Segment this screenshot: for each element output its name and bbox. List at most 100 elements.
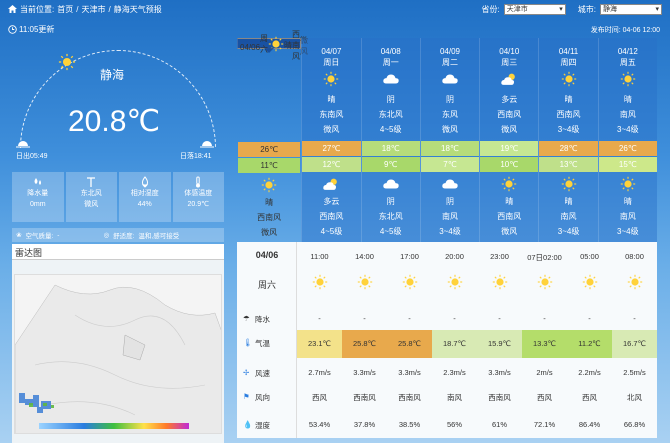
wind-dir-row-label: ⚑ 风向 [237, 392, 297, 403]
forecast-week: 周四 [560, 58, 577, 67]
forecast-day-column[interactable]: 04/08 周一 阴 东北风 4~5级 18℃ 9℃ 阴 东北风 4~5级 [360, 38, 420, 242]
breadcrumb-city-link[interactable]: 天津市 [81, 4, 105, 15]
forecast-night-weather: 晴 [564, 197, 573, 206]
hourly-columns: 11:00 - 23.1℃ 2.7m/s 西风 53.4% 14:00 - 25… [297, 242, 657, 438]
cloud-icon [421, 174, 479, 194]
hourly-column: 20:00 - 18.7℃ 2.3m/s 南风 56% [432, 242, 477, 438]
forecast-date: 04/11 [558, 47, 579, 56]
city-select[interactable]: 静海 ▾ [600, 3, 662, 15]
feels-like-label: 体感温度 [184, 190, 213, 197]
forecast-day-weather: 晴 [284, 41, 293, 50]
hourly-precip: - [453, 314, 456, 323]
forecast-day-weather: 晴 [327, 95, 336, 104]
forecast-day-column[interactable]: 04/10 周三 多云 西南风 微风 19℃ 10℃ 晴 西南风 微风 [479, 38, 539, 242]
province-select[interactable]: 天津市 ▾ [503, 3, 566, 15]
thermometer-icon [173, 176, 225, 188]
forecast-day-wind: 西南风 [556, 110, 581, 119]
wind-icon [66, 176, 118, 188]
sun-icon [58, 53, 76, 71]
forecast-week: 周一 [382, 58, 399, 67]
hourly-temp: 23.1℃ [297, 330, 342, 358]
wind-speed-label-text: 风速 [255, 369, 270, 378]
hourly-wind-speed: 2m/s [536, 368, 553, 377]
hourly-wind-direction: 北风 [627, 393, 642, 402]
precipitation-value: 0mm [29, 201, 46, 208]
forecast-day-weather: 晴 [564, 95, 573, 104]
hourly-time: 23:00 [490, 252, 509, 261]
home-icon [8, 5, 17, 13]
hourly-time: 07日02:00 [527, 253, 562, 262]
chevron-down-icon: ▾ [559, 6, 563, 13]
wind-direction-icon: ⚑ [243, 392, 250, 401]
hourly-time: 20:00 [445, 252, 464, 261]
forecast-day-column[interactable]: 04/11 周四 晴 西南风 3~4级 28℃ 13℃ 晴 南风 3~4级 [538, 38, 598, 242]
hourly-precip: - [588, 314, 591, 323]
forecast-day-column[interactable]: 04/06 周六 晴 西南风 微风 26℃ 11℃ 晴 西南风 微风 [237, 30, 308, 237]
hourly-time: 17:00 [400, 252, 419, 261]
sunrise-time: 日出05:49 [16, 153, 48, 160]
update-time: 11:05更新 [8, 24, 54, 35]
sun-icon [539, 174, 597, 194]
hourly-precip: - [318, 314, 321, 323]
clock-icon [8, 25, 17, 34]
current-city: 静海 [100, 68, 125, 82]
sun-icon [599, 68, 657, 90]
cloud-icon [421, 68, 479, 90]
forecast-night-level: 微风 [501, 227, 518, 236]
forecast-day-column[interactable]: 04/07 周日 晴 东南风 微风 27℃ 12℃ 多云 西南风 4~5级 [301, 38, 361, 242]
raindrop-icon [12, 176, 64, 188]
forecast-week: 周二 [441, 58, 458, 67]
hourly-column: 08:00 - 16.7℃ 2.5m/s 北风 66.8% [612, 242, 657, 438]
weather-indices: 降水量 0mm 东北风 微风 相对湿度 44% 体感温度 20.9℃ [12, 172, 224, 222]
comfort-icon: ◎ [103, 232, 110, 239]
breadcrumb-home-link[interactable]: 首页 [57, 4, 73, 15]
wind-speed-row-label: ✢ 风速 [237, 368, 297, 379]
hourly-column: 17:00 - 25.8℃ 3.3m/s 西南风 38.5% [387, 242, 432, 438]
sunset-icon [200, 136, 214, 148]
humidity-icon: 💧 [243, 420, 253, 429]
radar-map[interactable] [14, 274, 222, 434]
forecast-day-wind: 东风 [441, 110, 458, 119]
sun-icon [297, 274, 342, 290]
hourly-wind-speed: 2.3m/s [443, 368, 466, 377]
comfort-label: 舒适度: [113, 233, 135, 240]
forecast-date: 04/08 [380, 47, 401, 56]
hourly-wind-speed: 2.5m/s [623, 368, 646, 377]
hourly-wind-speed: 3.3m/s [353, 368, 376, 377]
partly-cloudy-icon [480, 68, 538, 90]
cloud-icon [362, 68, 420, 90]
forecast-week: 周日 [323, 58, 340, 67]
hourly-temp: 13.3℃ [522, 330, 567, 358]
hourly-wind-direction: 西风 [312, 393, 327, 402]
hourly-wind-direction: 西南风 [488, 393, 511, 402]
forecast-night-wind: 南风 [560, 212, 577, 221]
hourly-temp: 16.7℃ [612, 330, 657, 358]
forecast-day-column[interactable]: 04/09 周二 阴 东风 微风 18℃ 7℃ 阴 南风 3~4级 [419, 38, 480, 242]
forecast-night-level: 4~5级 [320, 227, 343, 236]
breadcrumb-current-page: 静海天气预报 [113, 4, 162, 14]
sun-icon [567, 274, 612, 290]
forecast-day-column[interactable]: 04/12 周五 晴 南风 3~4级 26℃ 15℃ 晴 南风 3~4级 [597, 38, 657, 242]
forecast-night-weather: 晴 [623, 197, 632, 206]
forecast-night-wind: 南风 [441, 212, 458, 221]
feels-like-index: 体感温度 20.9℃ [172, 172, 225, 222]
hourly-time: 08:00 [625, 252, 644, 261]
hourly-column: 11:00 - 23.1℃ 2.7m/s 西风 53.4% [297, 242, 342, 438]
forecast-day-weather: 阴 [386, 95, 395, 104]
wind-label: 东北风 [80, 190, 102, 197]
temp-label-text: 气温 [255, 339, 270, 348]
sun-icon [539, 68, 597, 90]
chevron-down-icon: ▾ [655, 6, 659, 13]
forecast-night-level: 3~4级 [617, 227, 639, 236]
forecast-high-temp: 26℃ [598, 141, 657, 156]
hourly-humidity: 86.4% [578, 420, 601, 429]
breadcrumb: 当前位置: 首页 / 天津市 / 静海天气预报 [8, 4, 162, 15]
forecast-high-temp: 18℃ [420, 141, 480, 156]
humidity-value: 44% [137, 201, 152, 208]
sun-icon [522, 274, 567, 290]
hourly-wind-speed: 3.3m/s [398, 368, 421, 377]
hourly-temp: 15.9℃ [477, 330, 522, 358]
selected-day-pointer [264, 48, 275, 53]
forecast-day-wind: 西南风 [497, 110, 522, 119]
hourly-wind-speed: 3.3m/s [488, 368, 511, 377]
